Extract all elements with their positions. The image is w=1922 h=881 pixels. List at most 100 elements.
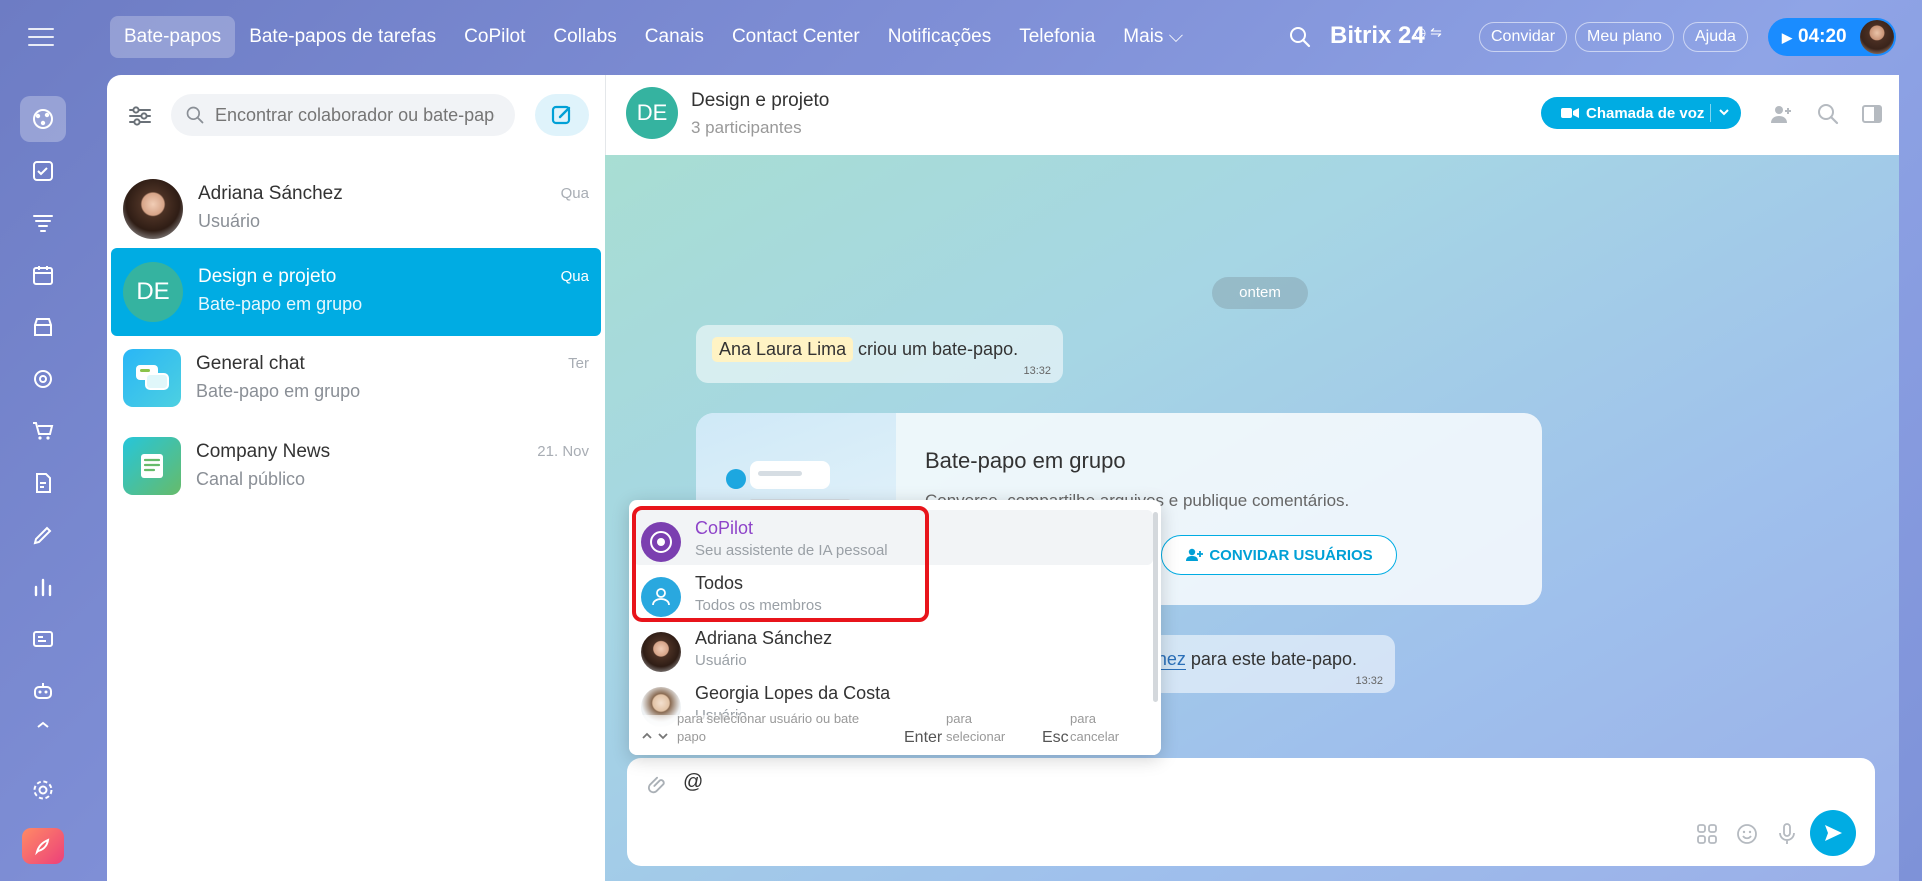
timer-value: 04:20 <box>1798 26 1847 47</box>
chat-item-adriana[interactable]: Adriana Sánchez Usuário Qua <box>111 165 601 253</box>
chat-bubbles-icon <box>123 349 181 407</box>
search-icon[interactable] <box>1288 25 1312 49</box>
main-nav: Bate-papos Bate-papos de tarefas CoPilot… <box>110 16 1197 58</box>
apps-grid-icon[interactable] <box>1695 822 1719 846</box>
nav-copilot[interactable]: CoPilot <box>450 16 539 58</box>
avatar <box>641 632 681 672</box>
search-icon <box>186 106 204 124</box>
add-user-icon <box>1186 548 1204 561</box>
hint-esc-line2: cancelar <box>1070 729 1120 744</box>
hint-enter-line1: para <box>946 711 973 726</box>
id-card-icon[interactable] <box>20 616 66 662</box>
nav-task-chats[interactable]: Bate-papos de tarefas <box>235 16 450 58</box>
mention-item-copilot[interactable]: CoPilot Seu assistente de IA pessoal <box>633 510 1153 565</box>
menu-icon[interactable] <box>28 24 54 50</box>
invite-button[interactable]: Convidar <box>1479 22 1568 52</box>
cart-icon[interactable] <box>20 408 66 454</box>
calendar-icon[interactable] <box>20 252 66 298</box>
mention-subtitle: Usuário <box>695 652 747 669</box>
nav-contact-center[interactable]: Contact Center <box>718 16 874 58</box>
hint-navigate-line1: para selecionar usuário ou bate <box>677 711 860 726</box>
chat-name: General chat <box>196 353 305 374</box>
work-timer-button[interactable]: ▶ 04:20 <box>1768 18 1896 56</box>
system-message: Ana Laura Lima criou um bate-papo. 13:32 <box>696 325 1063 383</box>
rocket-icon[interactable] <box>22 828 64 864</box>
left-sidebar <box>0 75 84 881</box>
chat-header: DE Design e projeto 3 participantes Cham… <box>605 75 1899 155</box>
chat-name: Design e projeto <box>198 266 337 287</box>
my-plan-button[interactable]: Meu plano <box>1575 22 1674 52</box>
invite-users-button[interactable]: CONVIDAR USUÁRIOS <box>1161 535 1397 575</box>
message-input-box[interactable]: @ <box>627 758 1875 866</box>
tasks-icon[interactable] <box>20 148 66 194</box>
funnel-icon[interactable] <box>20 200 66 246</box>
filter-icon[interactable] <box>127 103 153 129</box>
voice-call-label: Chamada de voz <box>1586 104 1705 122</box>
chat-search-input[interactable] <box>215 104 495 126</box>
newspaper-icon <box>123 437 181 495</box>
mention-popup: CoPilot Seu assistente de IA pessoal Tod… <box>629 500 1161 755</box>
search-icon[interactable] <box>1816 102 1840 126</box>
clock-icon: ◷ <box>1414 24 1427 40</box>
invite-users-label: CONVIDAR USUÁRIOS <box>1209 546 1373 564</box>
chat-item-general[interactable]: General chat Bate-papo em grupo Ter <box>111 335 601 423</box>
pen-icon[interactable] <box>20 512 66 558</box>
help-button[interactable]: Ajuda <box>1683 22 1748 52</box>
chevron-up-icon[interactable] <box>20 715 66 735</box>
voice-call-button[interactable]: Chamada de voz <box>1541 97 1741 129</box>
top-bar: Bate-papos Bate-papos de tarefas CoPilot… <box>0 0 1922 75</box>
mention-item-everyone[interactable]: Todos Todos os membros <box>629 565 1161 620</box>
chat-date: Qua <box>560 185 589 202</box>
popup-scrollbar[interactable] <box>1153 512 1158 702</box>
mention-item-adriana[interactable]: Adriana Sánchez Usuário <box>629 620 1161 675</box>
play-icon: ▶ <box>1782 30 1792 45</box>
user-avatar[interactable] <box>1860 20 1894 54</box>
chevron-down-icon[interactable] <box>1718 106 1730 118</box>
brand-name: Bitrix <box>1330 22 1392 49</box>
microphone-icon[interactable] <box>1775 822 1799 846</box>
chat-subtitle: Usuário <box>198 211 261 231</box>
hint-navigate-line2: papo <box>677 729 706 744</box>
chat-avatar[interactable]: DE <box>626 87 678 139</box>
message-text: criou um bate-papo. <box>858 339 1019 359</box>
hint-enter-key: Enter <box>904 729 943 746</box>
target-icon[interactable] <box>20 356 66 402</box>
avatar: DE <box>123 262 183 322</box>
chat-name: Company News <box>196 441 331 462</box>
group-icon <box>641 577 681 617</box>
nav-more[interactable]: Mais ⌵ <box>1109 16 1197 58</box>
send-button[interactable] <box>1810 810 1856 856</box>
chat-item-design[interactable]: DE Design e projeto Bate-papo em grupo Q… <box>111 248 601 336</box>
nav-notifications[interactable]: Notificações <box>874 16 1006 58</box>
robot-icon[interactable] <box>20 668 66 714</box>
arrow-keys-icon <box>642 732 668 740</box>
mention-subtitle: Seu assistente de IA pessoal <box>695 542 888 559</box>
paperclip-icon[interactable] <box>647 774 669 796</box>
copilot-icon <box>641 522 681 562</box>
sliders-icon: ⇋ <box>1430 24 1442 40</box>
chat-item-company-news[interactable]: Company News Canal público 21. Nov <box>111 423 601 511</box>
author-mention[interactable]: Ana Laura Lima <box>712 337 854 362</box>
document-sign-icon[interactable] <box>20 460 66 506</box>
nav-telephony[interactable]: Telefonia <box>1005 16 1109 58</box>
brand-logo[interactable]: Bitrix 24 <box>1330 22 1425 50</box>
chat-date: 21. Nov <box>537 443 589 460</box>
brand-status-icons[interactable]: ◷ ⇋ <box>1414 24 1442 41</box>
mention-name: Adriana Sánchez <box>695 628 833 648</box>
nav-collabs[interactable]: Collabs <box>539 16 630 58</box>
message-time: 13:32 <box>1355 675 1383 687</box>
sidebar-toggle-icon[interactable] <box>1860 102 1884 126</box>
chat-date: Qua <box>560 268 589 285</box>
new-chat-button[interactable] <box>535 94 589 136</box>
chat-title[interactable]: Design e projeto <box>691 90 829 112</box>
chat-icon[interactable] <box>20 96 66 142</box>
nav-channels[interactable]: Canais <box>631 16 718 58</box>
participants-count[interactable]: 3 participantes <box>691 118 802 138</box>
add-user-icon[interactable] <box>1769 102 1793 126</box>
settings-icon[interactable] <box>20 767 66 813</box>
analytics-icon[interactable] <box>20 564 66 610</box>
store-icon[interactable] <box>20 304 66 350</box>
emoji-icon[interactable] <box>1735 822 1759 846</box>
nav-chats[interactable]: Bate-papos <box>110 16 236 58</box>
message-input[interactable]: @ <box>683 771 703 794</box>
